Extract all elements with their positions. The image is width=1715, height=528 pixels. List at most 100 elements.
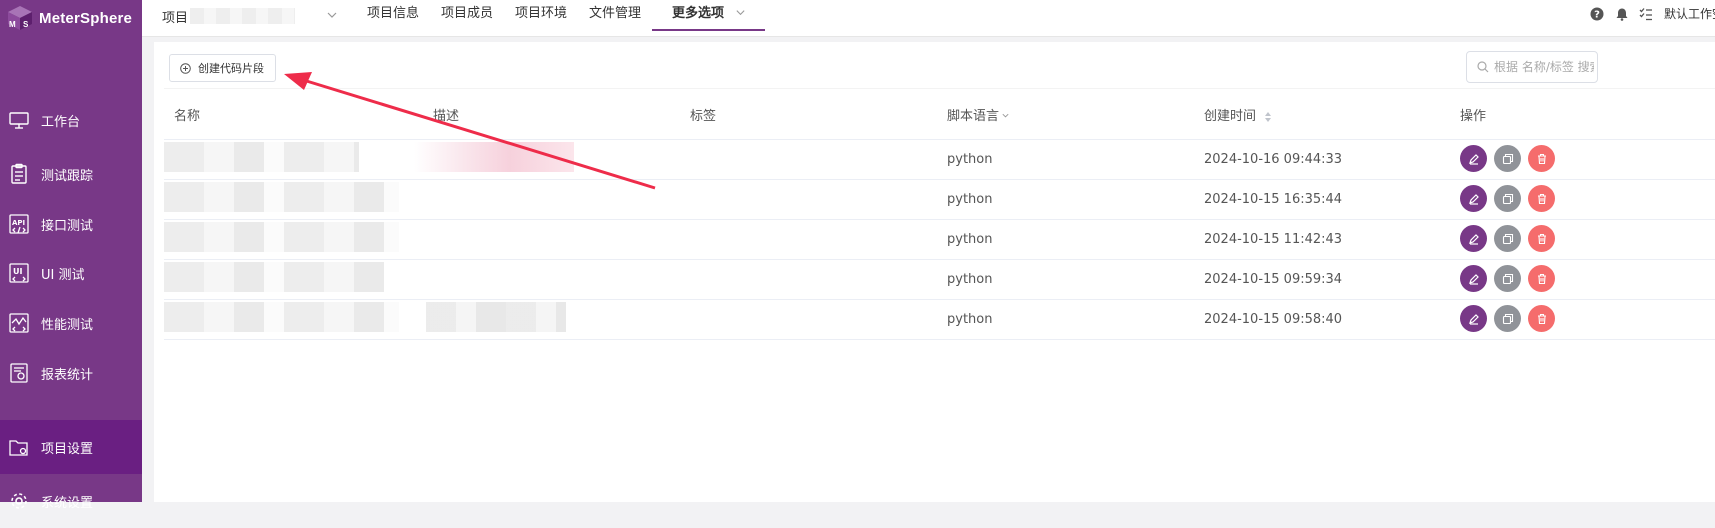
column-header-tags: 标签 [690,109,717,124]
workspace-label[interactable]: 默认工作空间 [1664,5,1715,22]
gear-icon [11,493,27,509]
project-selector[interactable]: 项目 [162,0,296,32]
sidebar-item-test-track[interactable]: 测试跟踪 [0,147,142,201]
search-input[interactable] [1494,60,1594,74]
tab-file-management[interactable]: 文件管理 [589,0,641,32]
edit-button[interactable] [1460,265,1487,292]
monitor-icon [9,112,29,129]
created-time: 2024-10-15 09:58:40 [1204,312,1343,327]
table-row[interactable]: python 2024-10-15 09:58:40 [164,300,1715,340]
delete-button[interactable] [1528,225,1555,252]
sidebar-item-performance-test[interactable]: 性能测试 [0,296,142,350]
snippet-table: 名称 描述 标签 脚本语言 创建时间 操作 python 2024-10-16 … [164,88,1715,340]
created-time: 2024-10-15 09:59:34 [1204,272,1343,287]
copy-button[interactable] [1494,185,1521,212]
edit-button[interactable] [1460,145,1487,172]
edit-icon [1468,193,1479,205]
folder-settings-icon [9,440,28,456]
column-header-script-language[interactable]: 脚本语言 [947,105,1010,124]
copy-button[interactable] [1494,225,1521,252]
task-list-icon[interactable] [1639,7,1653,21]
svg-text:API: API [12,219,25,227]
sidebar-item-label: 报表统计 [41,367,94,383]
tab-more-options[interactable]: 更多选项 [672,0,746,32]
report-icon [10,363,28,383]
bell-icon[interactable] [1615,7,1629,21]
project-prefix: 项目 [162,10,189,26]
sidebar-item-report[interactable]: 报表统计 [0,346,142,400]
table-header: 名称 描述 标签 脚本语言 创建时间 操作 [164,88,1715,140]
redacted-name [164,142,359,172]
copy-button[interactable] [1494,305,1521,332]
sidebar-item-api-test[interactable]: API 接口测试 [0,197,142,251]
edit-button[interactable] [1460,225,1487,252]
api-icon: API [9,214,29,234]
edit-icon [1468,313,1479,325]
search-box[interactable] [1466,51,1598,83]
edit-icon [1468,153,1479,165]
delete-button[interactable] [1528,265,1555,292]
tab-project-info[interactable]: 项目信息 [367,0,419,32]
create-snippet-button[interactable]: 创建代码片段 [169,54,276,82]
column-header-created-time-label: 创建时间 [1204,109,1257,124]
column-header-name: 名称 [174,109,201,124]
sidebar-item-workbench[interactable]: 工作台 [0,93,142,147]
chevron-down-icon[interactable] [326,9,338,21]
copy-button[interactable] [1494,265,1521,292]
redacted-description [426,302,566,332]
sidebar-item-label: UI 测试 [41,267,85,283]
trash-icon [1537,313,1546,324]
column-header-description: 描述 [433,109,460,124]
trash-icon [1537,153,1546,164]
table-row[interactable]: python 2024-10-15 11:42:43 [164,220,1715,260]
created-time: 2024-10-16 09:44:33 [1204,152,1343,167]
trash-icon [1537,273,1546,284]
sidebar-item-label: 接口测试 [41,218,94,234]
brand[interactable]: M S MeterSphere [6,4,132,32]
script-language: python [947,192,993,207]
help-icon[interactable]: ? [1590,7,1604,21]
edit-button[interactable] [1460,305,1487,332]
copy-icon [1502,313,1513,324]
sidebar-item-label: 测试跟踪 [41,168,94,184]
table-row[interactable]: python 2024-10-16 09:44:33 [164,140,1715,180]
trash-icon [1537,193,1546,204]
tab-project-members[interactable]: 项目成员 [441,0,493,32]
redacted-name [164,262,384,292]
create-snippet-label: 创建代码片段 [198,62,264,75]
project-name-redacted [190,8,296,24]
script-language: python [947,272,993,287]
main-panel: 创建代码片段 名称 描述 标签 脚本语言 创建时间 操作 python 2024… [154,42,1715,502]
copy-button[interactable] [1494,145,1521,172]
script-language: python [947,232,993,247]
plus-circle-icon [180,62,191,74]
copy-icon [1502,273,1513,284]
active-tab-indicator [652,29,765,31]
script-language: python [947,152,993,167]
table-row[interactable]: python 2024-10-15 09:59:34 [164,260,1715,300]
svg-text:M: M [9,20,16,29]
table-row[interactable]: python 2024-10-15 16:35:44 [164,180,1715,220]
edit-icon [1468,233,1479,245]
sidebar-item-ui-test[interactable]: UI UI 测试 [0,246,142,300]
sort-icon [1265,111,1272,122]
svg-text:?: ? [1594,10,1600,21]
sidebar-item-project-settings[interactable]: 项目设置 [0,420,142,474]
column-header-created-time[interactable]: 创建时间 [1204,105,1272,124]
delete-button[interactable] [1528,145,1555,172]
redacted-name [164,302,399,332]
clipboard-icon [11,163,27,184]
sidebar-item-label: 性能测试 [41,317,94,333]
delete-button[interactable] [1528,305,1555,332]
edit-button[interactable] [1460,185,1487,212]
brand-name: MeterSphere [39,9,133,27]
redacted-name [164,222,399,252]
column-header-script-language-label: 脚本语言 [947,109,1000,124]
sidebar-item-system-settings[interactable]: 系统设置 [0,474,142,528]
svg-text:UI: UI [13,267,22,276]
redacted-description [414,142,574,172]
redacted-name [164,182,399,212]
copy-icon [1502,153,1513,164]
tab-project-environment[interactable]: 项目环境 [515,0,567,32]
delete-button[interactable] [1528,185,1555,212]
